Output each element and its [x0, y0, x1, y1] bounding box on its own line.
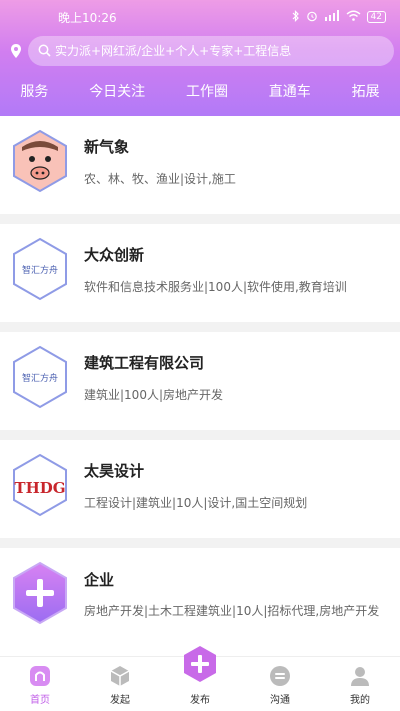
nav-label: 发起 [110, 695, 130, 706]
company-name: 新气象 [84, 138, 130, 156]
plus-icon [184, 646, 216, 682]
company-desc: 建筑业|100人|房地产开发 [84, 388, 223, 402]
category-tabs: 服务 今日关注 工作圈 直通车 拓展 [0, 76, 400, 106]
tab-work-circle[interactable]: 工作圈 [182, 81, 232, 101]
bluetooth-icon [292, 9, 300, 25]
nav-me[interactable]: 我的 [320, 657, 400, 711]
company-logo-zhihui: 智汇方舟 [13, 237, 67, 301]
header: 晚上10:26 42 服务 [0, 0, 400, 116]
signal-icon [324, 10, 340, 24]
alarm-icon [306, 10, 318, 25]
nav-label: 发布 [190, 695, 210, 706]
status-bar: 晚上10:26 42 [0, 0, 400, 34]
chat-icon [270, 666, 290, 686]
company-desc: 房地产开发|土木工程建筑业|10人|招标代理,房地产开发 [84, 604, 380, 618]
company-logo-thdg: THDG [13, 453, 67, 517]
tab-express[interactable]: 直通车 [265, 81, 315, 101]
tab-service[interactable]: 服务 [16, 81, 52, 101]
logo-text: 智汇方舟 [22, 264, 58, 276]
nav-chat[interactable]: 沟通 [240, 657, 320, 711]
bottom-nav: 首页 发起 发布 沟通 我的 [0, 646, 400, 711]
company-name: 建筑工程有限公司 [84, 354, 205, 372]
nav-label: 沟通 [270, 695, 290, 706]
status-time: 晚上10:26 [58, 10, 117, 25]
cube-icon [110, 666, 130, 686]
battery-indicator: 42 [366, 11, 386, 23]
home-icon [30, 666, 50, 686]
company-logo-plus [13, 561, 67, 625]
list-item[interactable]: 企业 房地产开发|土木工程建筑业|10人|招标代理,房地产开发 [0, 548, 400, 656]
company-name: 太昊设计 [84, 462, 145, 480]
search-row [0, 36, 400, 66]
wifi-icon [346, 10, 361, 24]
user-icon [351, 667, 369, 686]
tab-today-focus[interactable]: 今日关注 [85, 81, 149, 101]
nav-label: 我的 [350, 695, 370, 706]
list-item[interactable]: 新气象 农、林、牧、渔业|设计,施工 [0, 116, 400, 214]
company-list: 新气象 农、林、牧、渔业|设计,施工 智汇方舟 大众创新 软件和信息技术服务业|… [0, 116, 400, 656]
location-pin-icon[interactable] [4, 43, 28, 59]
search-input[interactable] [55, 44, 375, 58]
company-name: 大众创新 [84, 246, 145, 264]
list-item[interactable]: 智汇方舟 大众创新 软件和信息技术服务业|100人|软件使用,教育培训 [0, 224, 400, 322]
nav-label: 首页 [30, 695, 50, 706]
nav-initiate[interactable]: 发起 [80, 657, 160, 711]
list-item[interactable]: 智汇方舟 建筑工程有限公司 建筑业|100人|房地产开发 [0, 332, 400, 430]
company-name: 企业 [84, 571, 115, 589]
logo-text: 智汇方舟 [22, 372, 58, 384]
nav-home[interactable]: 首页 [0, 657, 80, 711]
company-desc: 工程设计|建筑业|10人|设计,国土空间规划 [84, 496, 308, 510]
company-logo-zhihui: 智汇方舟 [13, 345, 67, 409]
logo-text: THDG [14, 479, 65, 497]
status-icons: 42 [292, 9, 386, 25]
company-desc: 软件和信息技术服务业|100人|软件使用,教育培训 [84, 280, 347, 294]
company-logo-pig [13, 129, 67, 193]
tab-expand[interactable]: 拓展 [348, 81, 384, 101]
list-item[interactable]: THDG 太昊设计 工程设计|建筑业|10人|设计,国土空间规划 [0, 440, 400, 538]
company-desc: 农、林、牧、渔业|设计,施工 [84, 172, 236, 186]
nav-publish[interactable]: 发布 [160, 646, 240, 711]
search-icon [38, 42, 51, 61]
search-bar[interactable] [28, 36, 394, 66]
